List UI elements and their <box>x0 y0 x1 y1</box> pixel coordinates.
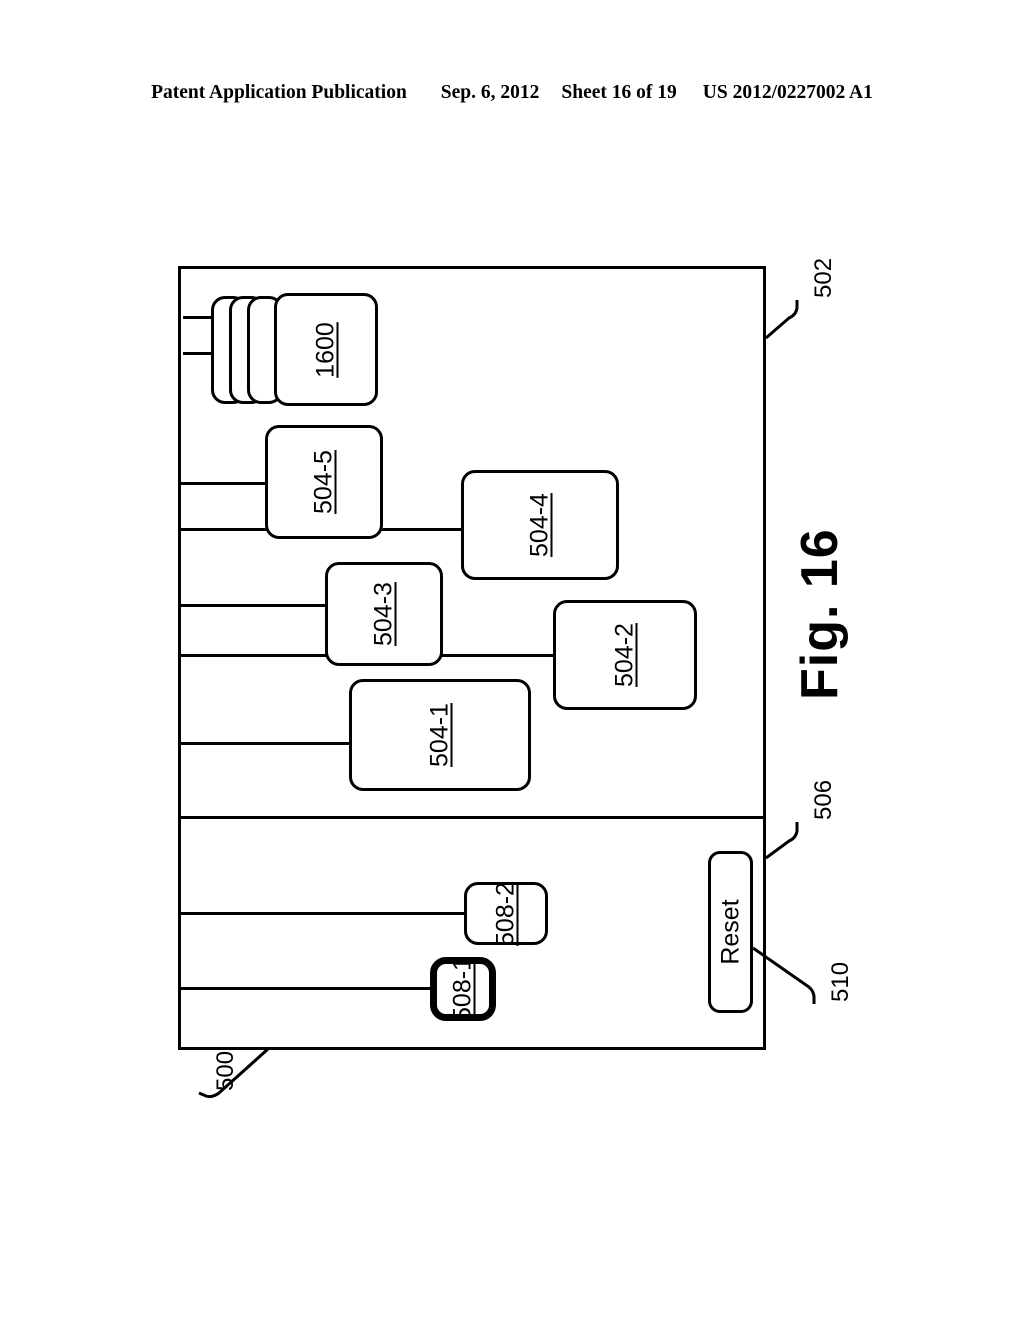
ref-numeral-510: 510 <box>827 961 854 1002</box>
wire-508-2 <box>181 912 466 915</box>
node-label-504-1: 504-1 <box>425 703 454 767</box>
reset-button[interactable]: Reset <box>708 851 753 1013</box>
wire-508-1 <box>181 987 434 990</box>
wire-504-1 <box>181 742 351 745</box>
deck-card-front-1600[interactable]: 1600 <box>274 293 378 406</box>
deck-label-1600: 1600 <box>311 321 340 378</box>
node-label-504-4: 504-4 <box>525 493 554 557</box>
wire-504-3-to-504-2 <box>441 654 555 657</box>
node-504-3[interactable]: 504-3 <box>325 562 443 666</box>
node-504-1[interactable]: 504-1 <box>349 679 531 791</box>
node-508-1[interactable]: 508-1 <box>430 957 496 1021</box>
ref-numeral-500: 500 <box>212 1050 239 1091</box>
wire-504-5-b <box>181 528 267 531</box>
wire-504-3-b <box>181 654 327 657</box>
node-label-508-1: 508-1 <box>448 957 477 1021</box>
node-label-504-3: 504-3 <box>369 582 398 646</box>
reset-button-label: Reset <box>716 899 744 965</box>
node-504-4[interactable]: 504-4 <box>461 470 619 580</box>
node-label-504-2: 504-2 <box>610 623 639 687</box>
ref-numeral-502: 502 <box>810 257 837 298</box>
wire-504-5-a <box>181 482 267 485</box>
node-508-2[interactable]: 508-2 <box>464 882 548 945</box>
figure-16: 1600 504-5 504-4 504-3 504-2 504-1 508-2… <box>0 0 1024 1320</box>
wire-504-5-to-504-4 <box>381 528 463 531</box>
node-label-504-5: 504-5 <box>309 450 338 514</box>
panel-divider <box>178 816 766 819</box>
node-504-5[interactable]: 504-5 <box>265 425 383 539</box>
ref-numeral-506: 506 <box>810 779 837 820</box>
node-label-508-2: 508-2 <box>491 881 520 946</box>
figure-caption: Fig. 16 <box>791 528 849 700</box>
wire-504-3-a <box>181 604 327 607</box>
node-504-2[interactable]: 504-2 <box>553 600 697 710</box>
